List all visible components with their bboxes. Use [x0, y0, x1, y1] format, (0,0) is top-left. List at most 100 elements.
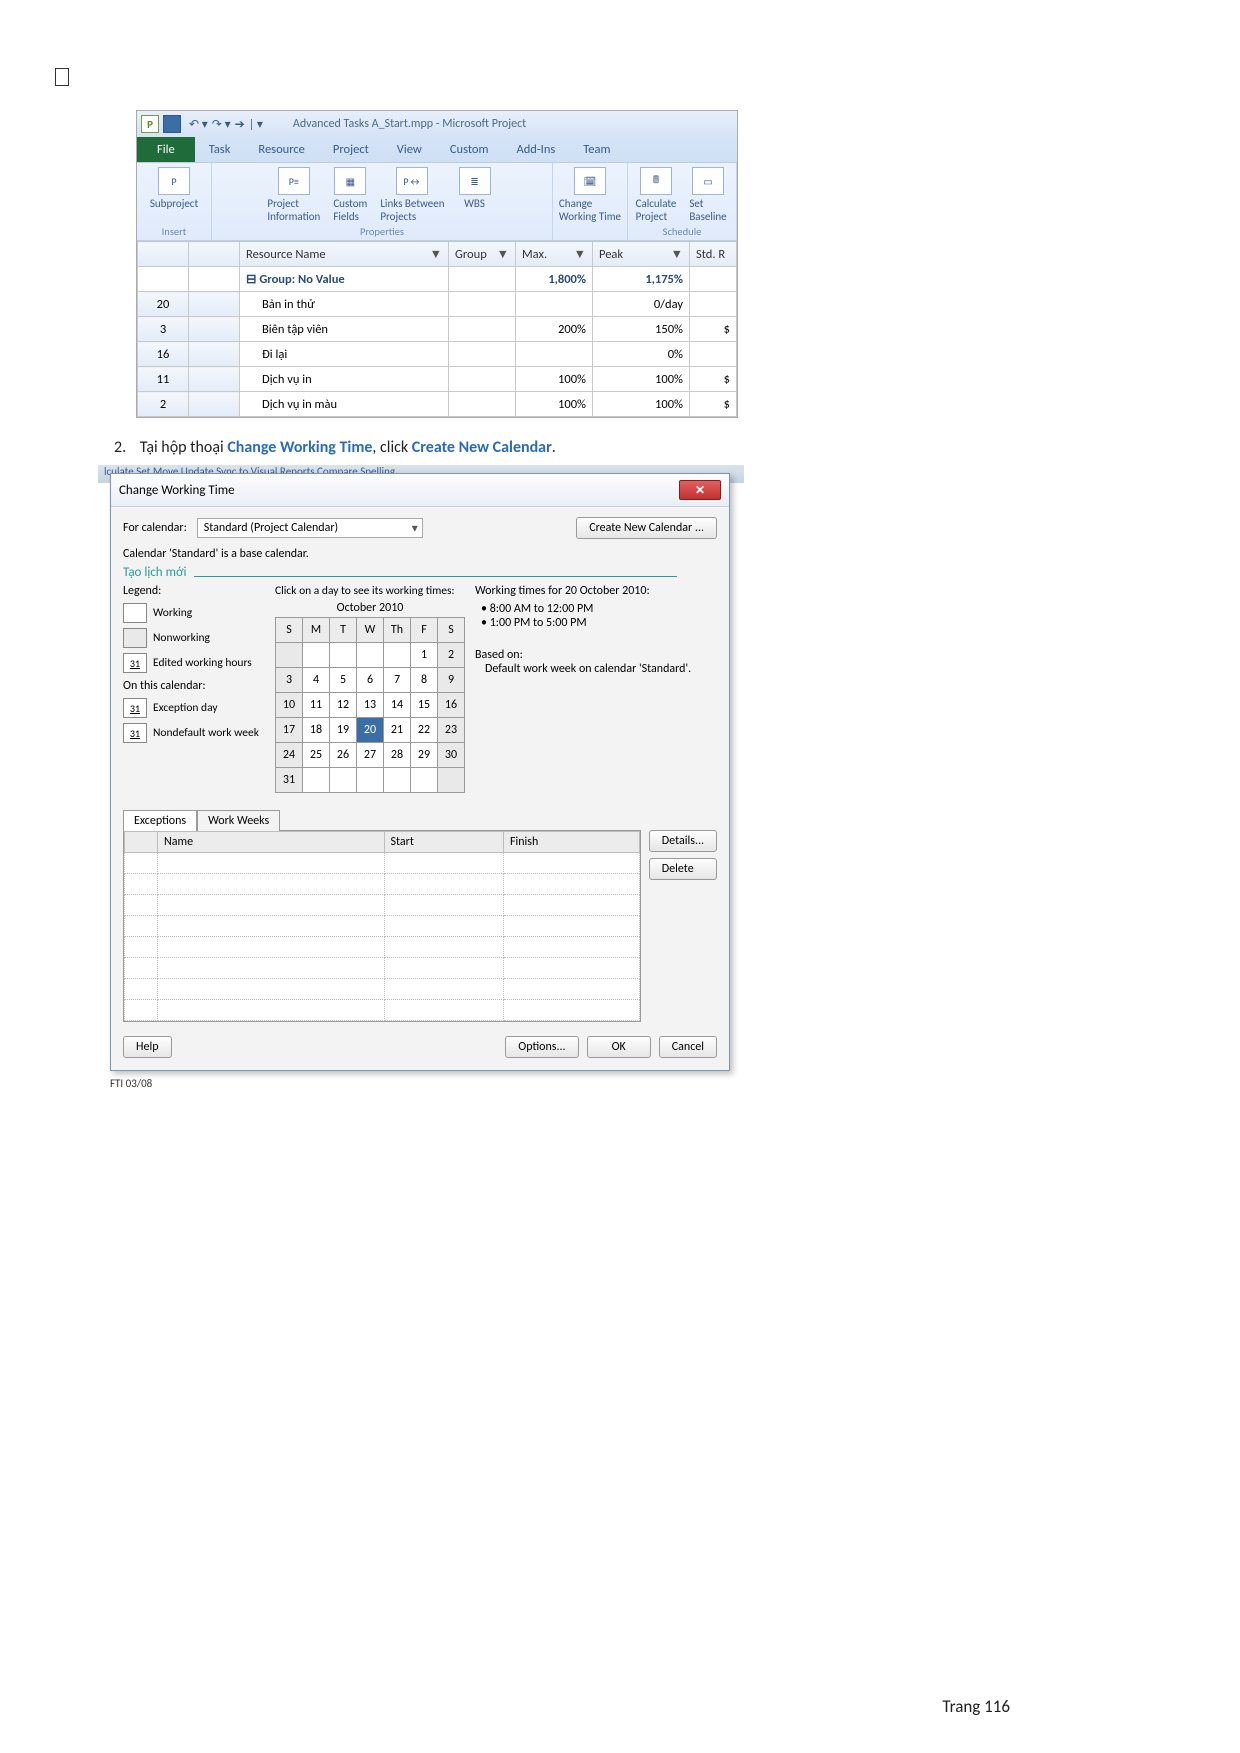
annotation-line [194, 576, 677, 577]
calendar-icon: 🗓 [574, 167, 606, 195]
tab-addins[interactable]: Add-Ins [502, 137, 569, 162]
baseline-label: Set Baseline [689, 197, 726, 223]
delete-button[interactable]: Delete [649, 858, 717, 880]
set-baseline-button[interactable]: ▭Set Baseline [686, 167, 730, 223]
tab-task[interactable]: Task [195, 137, 245, 162]
table-row[interactable]: 3Biên tập viên200%150%$ [138, 317, 737, 342]
legend-nonworking-icon [123, 628, 147, 648]
undo-icon[interactable]: ↶ ▾ [189, 117, 208, 132]
col-peak[interactable]: Peak▼ [593, 242, 690, 267]
change-wt-label: Change Working Time [559, 197, 621, 223]
exceptions-grid[interactable]: Name Start Finish [123, 830, 641, 1022]
tab-file[interactable]: File [137, 137, 195, 162]
wbs-button[interactable]: ≣WBS [453, 167, 497, 210]
change-working-time-dialog: Change Working Time ✕ For calendar: Stan… [110, 473, 730, 1071]
links-between-button[interactable]: P↔Links Between Projects [380, 167, 444, 223]
custom-fields-label: Custom Fields [333, 197, 367, 223]
calculate-project-button[interactable]: 🖩Calculate Project [634, 167, 678, 223]
indicator-header [189, 242, 240, 267]
based-on-label: Based on: [475, 648, 717, 662]
resource-grid: Resource Name▼ Group▼ Max.▼ Peak▼ Std. R… [137, 241, 737, 417]
window-title: Advanced Tasks A_Start.mpp - Microsoft P… [293, 117, 526, 131]
dow-s2: S [438, 618, 465, 643]
cancel-button[interactable]: Cancel [659, 1036, 717, 1058]
tab-resource[interactable]: Resource [244, 137, 319, 162]
legend-exception-label: Exception day [153, 701, 218, 715]
ribbon: P Subproject Insert P≡Project Informatio… [137, 162, 737, 241]
legend-working-label: Working [153, 606, 192, 620]
col-resource-name[interactable]: Resource Name▼ [240, 242, 449, 267]
working-times-title: Working times for 20 October 2010: [475, 584, 717, 598]
group-insert-label: Insert [162, 225, 187, 238]
tab-project[interactable]: Project [319, 137, 383, 162]
subproject-button[interactable]: P Subproject [150, 167, 198, 210]
emph-create-new-cal: Create New Calendar [412, 438, 552, 457]
table-row[interactable]: 2Dịch vụ in màu100%100%$ [138, 392, 737, 417]
working-time-2: 1:00 PM to 5:00 PM [481, 616, 717, 630]
tab-view[interactable]: View [383, 137, 436, 162]
details-button[interactable]: Details... [649, 830, 717, 852]
col-name[interactable]: Name [158, 832, 385, 853]
create-new-calendar-button[interactable]: Create New Calendar ... [576, 517, 717, 539]
links-label: Links Between Projects [380, 197, 444, 223]
legend: Legend: Working Nonworking 31Edited work… [123, 584, 265, 793]
based-on-value: Default work week on calendar 'Standard'… [485, 662, 717, 676]
rownum-header [138, 242, 189, 267]
calendar-panel: Click on a day to see its working times:… [275, 584, 465, 793]
page-number: Trang 116 [942, 1696, 1010, 1717]
annotation-tao-lich-moi: Tạo lịch mới [123, 565, 186, 580]
legend-nondefault-label: Nondefault work week [153, 726, 259, 740]
dialog-title: Change Working Time [119, 483, 235, 498]
forward-icon[interactable]: ➔ [235, 117, 245, 132]
options-button[interactable]: Options... [505, 1036, 578, 1058]
close-button[interactable]: ✕ [679, 480, 721, 500]
col-group[interactable]: Group▼ [449, 242, 516, 267]
tab-work-weeks[interactable]: Work Weeks [197, 810, 280, 831]
working-time-1: 8:00 AM to 12:00 PM [481, 602, 717, 616]
table-row[interactable]: 16Đi lại0% [138, 342, 737, 367]
dow-w: W [357, 618, 384, 643]
tab-exceptions[interactable]: Exceptions [123, 810, 197, 831]
table-row[interactable]: 11Dịch vụ in100%100%$ [138, 367, 737, 392]
baseline-icon: ▭ [692, 167, 724, 195]
tab-custom[interactable]: Custom [436, 137, 503, 162]
calculate-icon: 🖩 [640, 167, 672, 195]
group-summary-row[interactable]: ⊟ Group: No Value 1,800% 1,175% [138, 267, 737, 292]
ok-button[interactable]: OK [587, 1036, 651, 1058]
project-info-button[interactable]: P≡Project Information [267, 167, 320, 223]
dow-f: F [411, 618, 438, 643]
legend-nonworking-label: Nonworking [153, 631, 210, 645]
col-finish[interactable]: Finish [503, 832, 639, 853]
qat-dropdown-icon[interactable]: | ▾ [249, 117, 263, 132]
legend-exception-icon: 31 [123, 698, 147, 718]
dow-m: M [303, 618, 330, 643]
calendar-grid[interactable]: S M T W Th F S 12 3456789 10111213141516 [275, 617, 465, 793]
calendar-month: October 2010 [275, 601, 465, 615]
change-working-time-button[interactable]: 🗓Change Working Time [559, 167, 621, 223]
titlebar: P ↶ ▾ ↷ ▾ ➔ | ▾ Advanced Tasks A_Start.m… [137, 111, 737, 137]
ribbon-tabs: File Task Resource Project View Custom A… [137, 137, 737, 162]
dialog-screenshot: lculate Set Move Update Sync to Visual R… [98, 465, 738, 1080]
custom-fields-button[interactable]: ▦Custom Fields [328, 167, 372, 223]
app-icon: P [141, 115, 159, 133]
table-row[interactable]: 20Bản in thử0/day [138, 292, 737, 317]
tab-team[interactable]: Team [569, 137, 624, 162]
for-calendar-dropdown[interactable]: Standard (Project Calendar) [197, 518, 423, 538]
help-button[interactable]: Help [123, 1036, 172, 1058]
subproject-icon: P [158, 167, 190, 195]
for-calendar-label: For calendar: [123, 521, 187, 535]
subproject-label: Subproject [150, 197, 198, 210]
col-start[interactable]: Start [384, 832, 503, 853]
working-times-panel: Working times for 20 October 2010: 8:00 … [475, 584, 717, 793]
legend-working-icon [123, 603, 147, 623]
col-max[interactable]: Max.▼ [516, 242, 593, 267]
redo-icon[interactable]: ↷ ▾ [212, 117, 231, 132]
col-std[interactable]: Std. R [690, 242, 737, 267]
group-schedule-label: Schedule [663, 225, 702, 238]
calendar-selected-day: 20 [357, 718, 384, 743]
bullet-square [55, 68, 69, 86]
legend-edited-icon: 31 [123, 653, 147, 673]
wbs-label: WBS [464, 197, 485, 210]
save-icon[interactable] [163, 115, 181, 133]
custom-fields-icon: ▦ [334, 167, 366, 195]
